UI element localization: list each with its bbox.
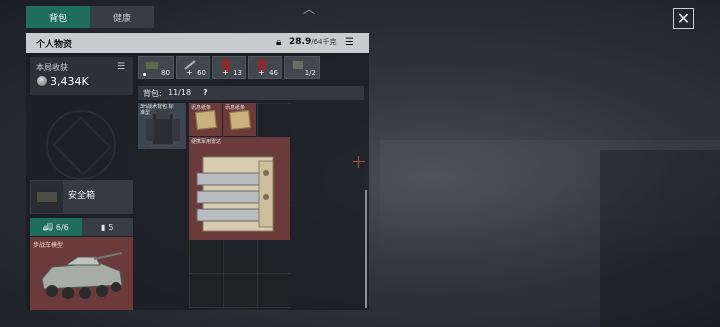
backpack-label: 3H战术背包 标准型 bbox=[140, 104, 174, 116]
slot-qty: 46 bbox=[269, 69, 278, 77]
income-value: 3,434K bbox=[50, 75, 89, 88]
scrollbar[interactable] bbox=[365, 190, 367, 308]
slot-qty: 1/2 bbox=[304, 69, 316, 77]
note-icon bbox=[195, 110, 217, 130]
vehicle-label: 步战车模型 bbox=[33, 242, 64, 249]
slot-qty: 60 bbox=[197, 69, 206, 77]
slot-marker-plus: + bbox=[222, 68, 229, 77]
tab-batteries-label: 5 bbox=[108, 222, 114, 232]
bag-count: 11/18 bbox=[168, 88, 192, 97]
safebox-icon bbox=[36, 191, 58, 203]
crosshair-icon bbox=[353, 156, 365, 168]
battery-icon: ▮ bbox=[101, 222, 106, 232]
radar-icon bbox=[196, 156, 274, 232]
background-shadow bbox=[600, 150, 720, 327]
safebox-label: 安全箱 bbox=[68, 191, 96, 201]
weight-value: 28.9 bbox=[289, 37, 312, 47]
help-icon[interactable]: ? bbox=[203, 88, 208, 97]
ammo-box-icon bbox=[146, 62, 158, 69]
vehicle-tabs: 🚚︎ 6/6 ▮ 5 bbox=[30, 218, 133, 236]
safebox-slot[interactable] bbox=[31, 181, 63, 213]
close-icon: ✕ bbox=[676, 9, 691, 28]
top-tabs: 背包 健康 bbox=[26, 6, 154, 28]
bag-label: 背包: bbox=[143, 89, 162, 98]
quick-slot-4[interactable]: + 46 bbox=[248, 56, 282, 79]
chevron-up-icon[interactable]: ︿ bbox=[303, 0, 315, 17]
weight-capacity: /64千克 bbox=[311, 38, 337, 46]
grenade-icon bbox=[293, 61, 303, 69]
close-button[interactable]: ✕ bbox=[673, 8, 694, 29]
quick-slot-3[interactable]: + 13 bbox=[212, 56, 246, 79]
truck-icon: 🚚︎ bbox=[42, 222, 53, 232]
portable-radar-item[interactable] bbox=[189, 137, 290, 240]
income-list-icon[interactable]: ☰ bbox=[117, 62, 125, 72]
tab-vehicles[interactable]: 🚚︎ 6/6 bbox=[30, 218, 82, 236]
slot-qty: 80 bbox=[161, 69, 170, 77]
quick-slot-2[interactable]: + 60 bbox=[176, 56, 210, 79]
tab-health[interactable]: 健康 bbox=[90, 6, 154, 28]
page-title: 个人物资 bbox=[36, 40, 73, 50]
income-label: 本局收获 bbox=[36, 63, 68, 72]
tab-vehicles-label: 6/6 bbox=[55, 222, 69, 232]
quick-slot-5[interactable]: 1/2 bbox=[284, 56, 320, 79]
weight-display: 28.9/64千克 bbox=[289, 37, 336, 47]
quick-slot-1[interactable]: 80 bbox=[138, 56, 174, 79]
coin-icon bbox=[37, 76, 47, 86]
note-icon bbox=[229, 110, 251, 130]
faction-emblem bbox=[46, 110, 116, 180]
list-icon[interactable]: ☰ bbox=[345, 37, 354, 48]
slot-marker-plus: + bbox=[186, 68, 193, 77]
lock-icon: 🔒︎ bbox=[276, 37, 282, 48]
slot-marker-plus: + bbox=[258, 68, 265, 77]
tab-backpack[interactable]: 背包 bbox=[26, 6, 90, 28]
slot-marker-dot bbox=[143, 73, 146, 76]
tab-batteries[interactable]: ▮ 5 bbox=[81, 218, 133, 236]
slot-qty: 13 bbox=[233, 69, 242, 77]
radar-label: 便携军用雷达 bbox=[191, 139, 222, 145]
